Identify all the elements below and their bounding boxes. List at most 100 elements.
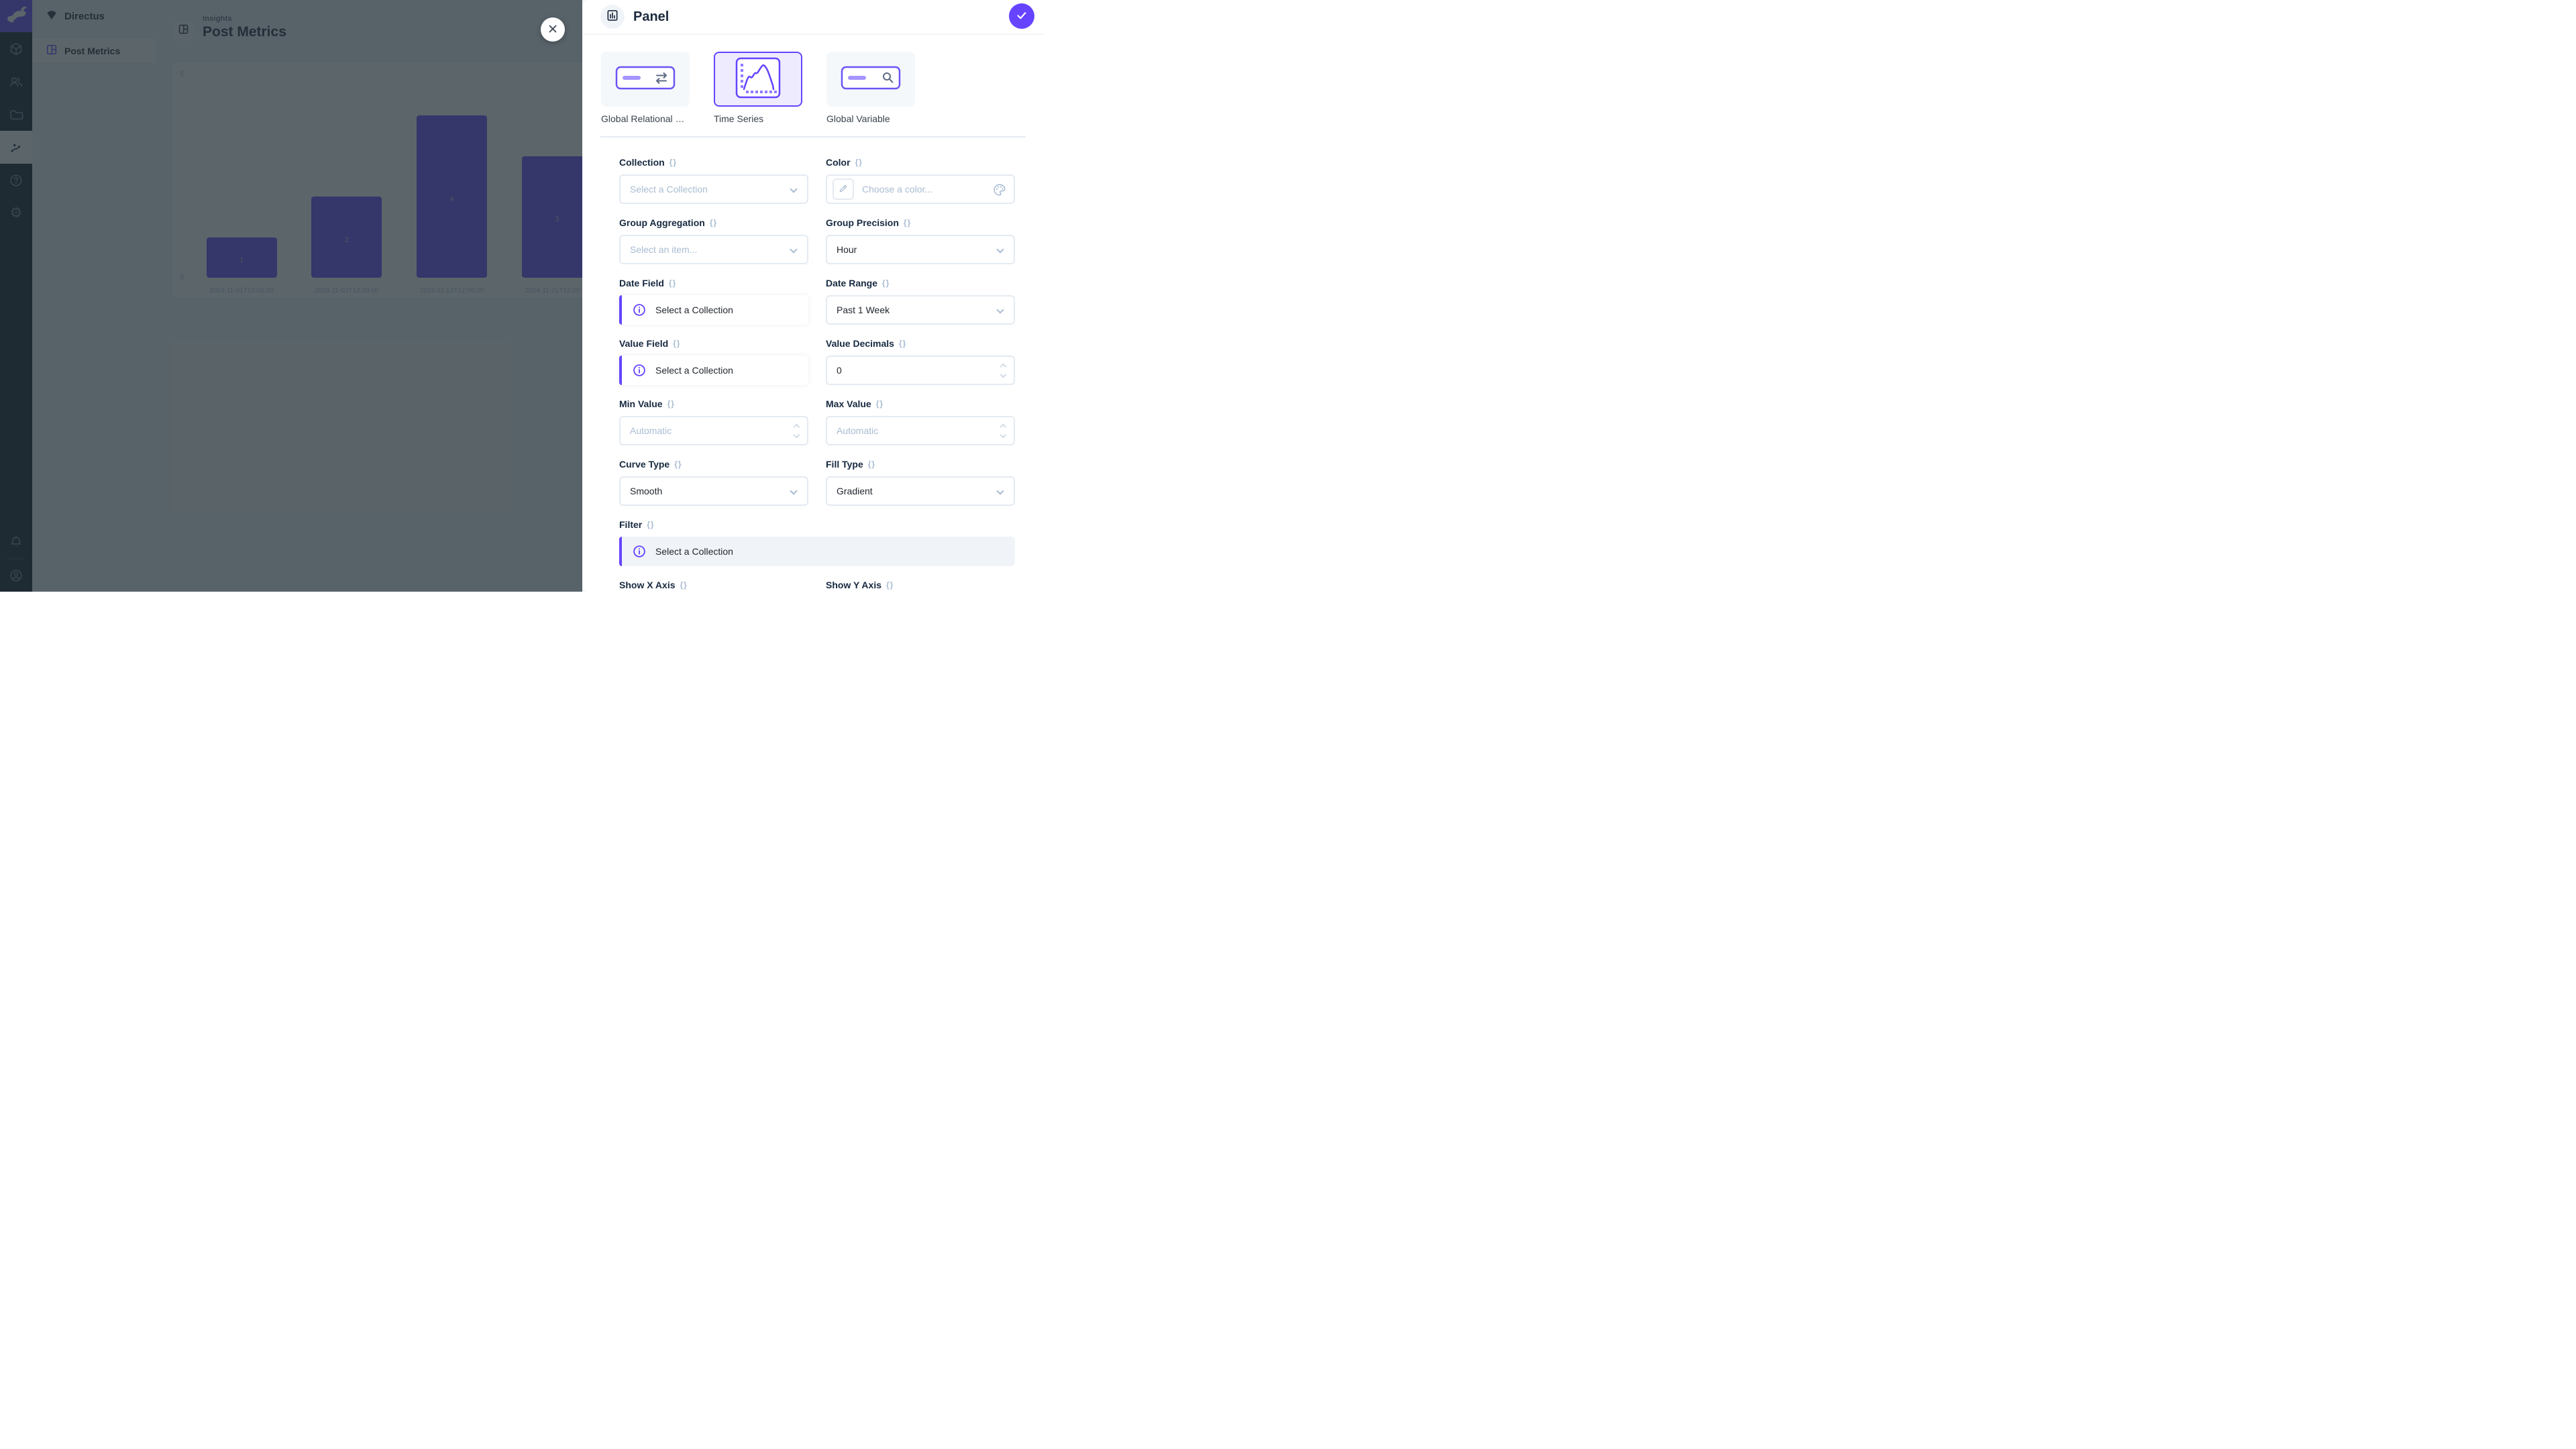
panel-type-list: Global Relational Varia... bbox=[601, 52, 1044, 124]
field-label: Show X Axis bbox=[619, 580, 676, 590]
stepper-up-icon bbox=[794, 423, 800, 430]
chevron-down-icon bbox=[996, 246, 1004, 253]
field-value-decimals: Value Decimals {} 0 bbox=[826, 337, 1015, 385]
field-label: Filter bbox=[619, 519, 642, 530]
section-divider bbox=[600, 136, 1026, 138]
input-swap-icon bbox=[614, 62, 676, 97]
raw-value-icon[interactable]: {} bbox=[904, 218, 911, 227]
color-swatch-button[interactable] bbox=[833, 178, 854, 200]
number-stepper[interactable] bbox=[794, 417, 799, 444]
info-icon bbox=[632, 544, 647, 559]
field-label: Group Aggregation bbox=[619, 217, 705, 228]
field-date-range: Date Range {} Past 1 Week bbox=[826, 276, 1015, 325]
field-color: Color {} Choose a color... bbox=[826, 156, 1015, 204]
save-panel-button[interactable] bbox=[1009, 3, 1034, 29]
raw-value-icon[interactable]: {} bbox=[674, 460, 682, 469]
date-field-notice[interactable]: Select a Collection bbox=[619, 295, 808, 325]
field-label: Value Field bbox=[619, 338, 668, 349]
field-fill-type: Fill Type {} Gradient bbox=[826, 458, 1015, 506]
panel-options-form: Collection {} Select a Collection Color … bbox=[582, 156, 1044, 592]
min-value-input[interactable]: Automatic bbox=[619, 416, 808, 445]
filter-notice[interactable]: Select a Collection bbox=[619, 537, 1015, 566]
info-icon bbox=[632, 363, 647, 378]
number-stepper[interactable] bbox=[1001, 417, 1006, 444]
date-range-select[interactable]: Past 1 Week bbox=[826, 295, 1015, 325]
raw-value-icon[interactable]: {} bbox=[673, 339, 680, 348]
field-label: Collection bbox=[619, 157, 665, 168]
raw-value-icon[interactable]: {} bbox=[882, 278, 890, 288]
raw-value-icon[interactable]: {} bbox=[899, 339, 906, 348]
raw-value-icon[interactable]: {} bbox=[855, 158, 863, 167]
field-group-precision: Group Precision {} Hour bbox=[826, 216, 1015, 264]
raw-value-icon[interactable]: {} bbox=[868, 460, 875, 469]
curve-type-select[interactable]: Smooth bbox=[619, 476, 808, 506]
panel-type-label: Global Variable bbox=[826, 113, 915, 124]
field-label: Group Precision bbox=[826, 217, 899, 228]
time-series-tile bbox=[714, 52, 802, 107]
palette-icon bbox=[992, 182, 1007, 199]
field-filter: Filter {} Select a Collection bbox=[619, 518, 1015, 566]
info-icon bbox=[632, 303, 647, 317]
collection-select[interactable]: Select a Collection bbox=[619, 174, 808, 204]
chevron-down-icon bbox=[790, 487, 797, 494]
global-relational-variable-tile bbox=[601, 52, 690, 107]
panel-type-time-series[interactable]: Time Series bbox=[714, 52, 802, 124]
chevron-down-icon bbox=[996, 306, 1004, 313]
drawer-header: Panel bbox=[582, 0, 1044, 35]
chevron-down-icon bbox=[996, 487, 1004, 494]
panel-icon-circle bbox=[600, 5, 625, 29]
group-precision-select[interactable]: Hour bbox=[826, 235, 1015, 264]
field-label: Color bbox=[826, 157, 851, 168]
field-label: Min Value bbox=[619, 398, 663, 409]
raw-value-icon[interactable]: {} bbox=[710, 218, 717, 227]
raw-value-icon[interactable]: {} bbox=[876, 399, 883, 409]
insert-chart-icon bbox=[606, 9, 619, 25]
field-label: Max Value bbox=[826, 398, 871, 409]
field-min-value: Min Value {} Automatic bbox=[619, 397, 808, 445]
group-aggregation-select[interactable]: Select an item... bbox=[619, 235, 808, 264]
field-show-x-axis: Show X Axis {} bbox=[619, 578, 808, 592]
field-show-y-axis: Show Y Axis {} bbox=[826, 578, 1015, 592]
global-variable-tile bbox=[826, 52, 915, 107]
panel-type-global-variable[interactable]: Global Variable bbox=[826, 52, 915, 124]
input-search-icon bbox=[840, 62, 902, 97]
close-drawer-button[interactable] bbox=[541, 17, 565, 42]
drawer-title: Panel bbox=[633, 9, 669, 25]
field-label: Value Decimals bbox=[826, 338, 894, 349]
raw-value-icon[interactable]: {} bbox=[669, 158, 677, 167]
raw-value-icon[interactable]: {} bbox=[667, 399, 675, 409]
field-label: Date Range bbox=[826, 278, 877, 288]
stepper-down-icon bbox=[1000, 431, 1007, 438]
field-curve-type: Curve Type {} Smooth bbox=[619, 458, 808, 506]
check-icon bbox=[1015, 9, 1028, 24]
stepper-up-icon bbox=[1000, 363, 1007, 370]
number-stepper[interactable] bbox=[1001, 357, 1006, 384]
field-label: Curve Type bbox=[619, 459, 669, 470]
panel-drawer: Panel bbox=[582, 0, 1044, 592]
raw-value-icon[interactable]: {} bbox=[886, 580, 894, 590]
max-value-input[interactable]: Automatic bbox=[826, 416, 1015, 445]
field-date-field: Date Field {} Select a Collection bbox=[619, 276, 808, 325]
stepper-down-icon bbox=[1000, 371, 1007, 378]
panel-type-global-relational-variable[interactable]: Global Relational Varia... bbox=[601, 52, 690, 124]
field-label: Date Field bbox=[619, 278, 664, 288]
stepper-down-icon bbox=[794, 431, 800, 438]
line-chart-icon bbox=[733, 56, 784, 103]
raw-value-icon[interactable]: {} bbox=[647, 520, 654, 529]
panel-type-label: Global Relational Varia... bbox=[601, 113, 690, 124]
field-label: Fill Type bbox=[826, 459, 863, 470]
value-decimals-input[interactable]: 0 bbox=[826, 356, 1015, 385]
field-value-field: Value Field {} Select a Collection bbox=[619, 337, 808, 385]
raw-value-icon[interactable]: {} bbox=[680, 580, 688, 590]
stepper-up-icon bbox=[1000, 423, 1007, 430]
field-label: Show Y Axis bbox=[826, 580, 881, 590]
drawer-overlay[interactable] bbox=[0, 0, 582, 592]
directus-app: ⚙ bbox=[0, 0, 1044, 592]
pencil-icon bbox=[838, 183, 849, 196]
fill-type-select[interactable]: Gradient bbox=[826, 476, 1015, 506]
field-group-aggregation: Group Aggregation {} Select an item... bbox=[619, 216, 808, 264]
close-icon bbox=[547, 23, 559, 37]
value-field-notice[interactable]: Select a Collection bbox=[619, 356, 808, 385]
raw-value-icon[interactable]: {} bbox=[669, 278, 676, 288]
color-input[interactable]: Choose a color... bbox=[826, 174, 1015, 204]
